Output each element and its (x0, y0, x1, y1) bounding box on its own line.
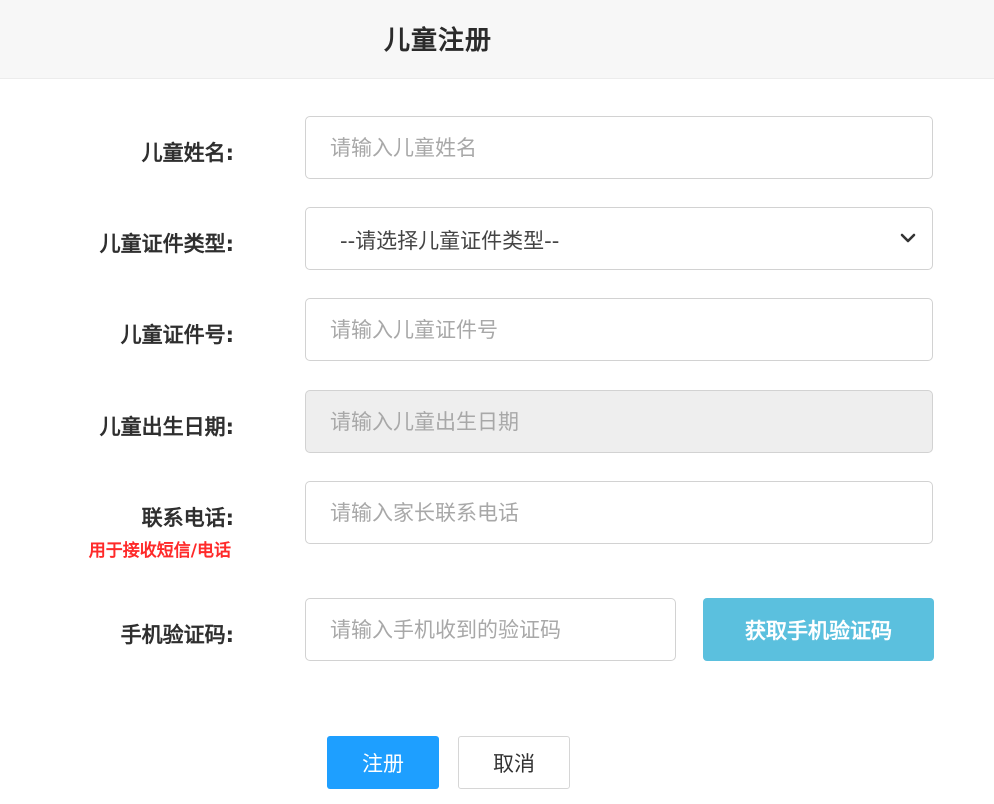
phone-input[interactable] (305, 481, 933, 544)
sms-code-label: 手机验证码: (120, 623, 234, 647)
get-sms-code-button[interactable]: 获取手机验证码 (703, 598, 934, 661)
page-title: 儿童注册 (384, 26, 493, 56)
child-name-input[interactable] (305, 116, 933, 179)
child-id-type-label: 儿童证件类型: (99, 232, 234, 256)
chevron-down-icon (900, 233, 916, 243)
cancel-button[interactable]: 取消 (458, 736, 570, 789)
child-id-number-input[interactable] (305, 298, 933, 361)
child-name-label: 儿童姓名: (141, 141, 234, 165)
child-birth-date-input[interactable] (305, 390, 933, 453)
page-header: 儿童注册 (0, 0, 994, 79)
child-id-type-select[interactable]: --请选择儿童证件类型-- (305, 207, 933, 270)
child-id-type-selected: --请选择儿童证件类型-- (340, 229, 560, 253)
child-id-number-label: 儿童证件号: (120, 323, 234, 347)
child-birth-date-label: 儿童出生日期: (99, 415, 234, 439)
phone-hint: 用于接收短信/电话 (88, 541, 231, 561)
register-button[interactable]: 注册 (327, 736, 439, 789)
phone-label: 联系电话: (141, 506, 234, 530)
sms-code-input[interactable] (305, 598, 676, 661)
